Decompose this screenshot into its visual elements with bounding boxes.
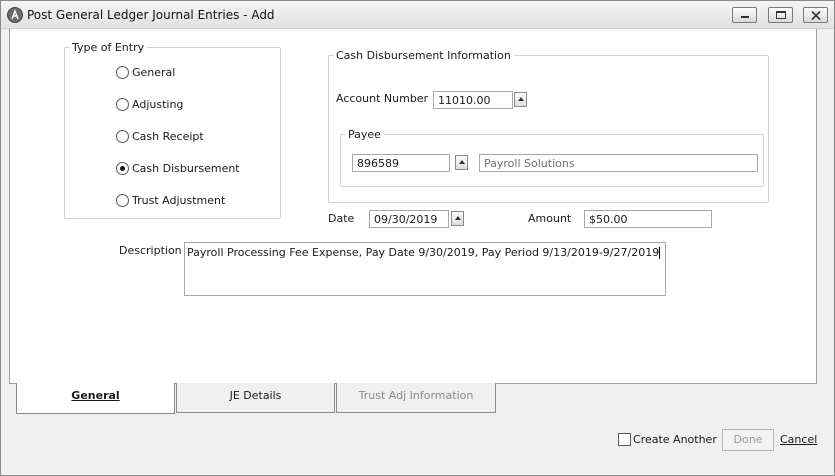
radio-button[interactable]: [116, 66, 129, 79]
radio-button[interactable]: [116, 162, 129, 175]
minimize-icon: [741, 16, 749, 18]
radio-cash-disbursement[interactable]: Cash Disbursement: [116, 162, 240, 175]
payee-name-field: Payroll Solutions: [479, 154, 758, 172]
maximize-icon: [776, 11, 786, 19]
radio-button[interactable]: [116, 194, 129, 207]
done-button[interactable]: Done: [722, 429, 774, 451]
text-caret: [659, 247, 661, 259]
radio-button[interactable]: [116, 130, 129, 143]
payee-lookup-up-icon[interactable]: [455, 155, 468, 170]
account-number-label: Account Number: [336, 92, 429, 105]
maximize-button[interactable]: [768, 7, 793, 23]
radio-button[interactable]: [116, 98, 129, 111]
date-label: Date: [328, 212, 355, 225]
radio-label: Cash Receipt: [132, 130, 204, 143]
radio-adjusting[interactable]: Adjusting: [116, 98, 183, 111]
amount-field[interactable]: $50.00: [584, 210, 712, 228]
window-title: Post General Ledger Journal Entries - Ad…: [27, 8, 275, 22]
account-number-field[interactable]: 11010.00: [433, 91, 513, 109]
amount-label: Amount: [528, 212, 572, 225]
date-picker-up-icon[interactable]: [451, 211, 464, 226]
cash-disbursement-legend: Cash Disbursement Information: [336, 49, 511, 62]
close-icon: [811, 11, 821, 20]
payee-legend: Payee: [348, 128, 381, 141]
minimize-button[interactable]: [732, 7, 757, 23]
tab-general[interactable]: General: [16, 383, 175, 414]
general-tab-panel: Type of Entry General Adjusting Cash Rec…: [9, 29, 817, 384]
close-button[interactable]: [803, 7, 828, 23]
radio-general[interactable]: General: [116, 66, 175, 79]
radio-label: Cash Disbursement: [132, 162, 240, 175]
radio-label: Trust Adjustment: [132, 194, 226, 207]
description-text: Payroll Processing Fee Expense, Pay Date…: [187, 246, 660, 259]
journal-entry-window: Post General Ledger Journal Entries - Ad…: [0, 0, 835, 476]
tab-je-details[interactable]: JE Details: [176, 383, 335, 413]
description-label: Description: [119, 244, 182, 257]
radio-label: General: [132, 66, 176, 79]
radio-label: Adjusting: [132, 98, 184, 111]
description-field[interactable]: Payroll Processing Fee Expense, Pay Date…: [184, 242, 666, 296]
create-another-label[interactable]: Create Another: [633, 433, 717, 446]
account-lookup-up-icon[interactable]: [514, 92, 527, 107]
tab-trust-adj-information: Trust Adj Information: [336, 383, 496, 413]
type-of-entry-legend: Type of Entry: [72, 41, 145, 54]
radio-cash-receipt[interactable]: Cash Receipt: [116, 130, 204, 143]
radio-trust-adjustment[interactable]: Trust Adjustment: [116, 194, 225, 207]
cancel-button[interactable]: Cancel: [780, 433, 817, 446]
create-another-checkbox[interactable]: [618, 433, 631, 446]
title-bar: Post General Ledger Journal Entries - Ad…: [1, 1, 834, 29]
app-logo-icon: [7, 7, 23, 23]
payee-id-field[interactable]: 896589: [352, 154, 450, 172]
date-field[interactable]: 09/30/2019: [369, 210, 449, 228]
